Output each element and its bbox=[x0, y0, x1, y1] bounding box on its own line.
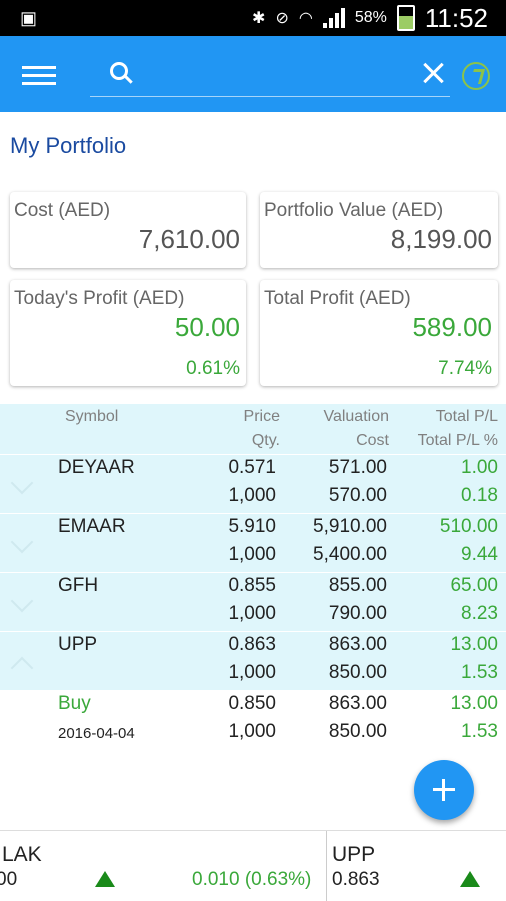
todays-profit-card: Today's Profit (AED) 50.00 0.61% bbox=[10, 280, 246, 386]
transaction-price: 0.850 bbox=[228, 693, 276, 714]
transaction-total-pl: 13.00 bbox=[450, 693, 498, 714]
row-price: 0.855 bbox=[228, 575, 276, 596]
transaction-type: Buy bbox=[58, 693, 91, 714]
mute-icon: ⊘ bbox=[275, 10, 289, 27]
row-total-pl-pct: 0.18 bbox=[461, 485, 498, 506]
holdings-table: Symbol Price Qty. Valuation Cost Total P… bbox=[0, 404, 506, 749]
battery-label: 58% bbox=[354, 9, 387, 26]
transaction-date: 2016-04-04 bbox=[58, 725, 135, 742]
ticker-divider bbox=[326, 831, 327, 901]
transaction-total-pl-pct: 1.53 bbox=[461, 721, 498, 742]
row-cost: 850.00 bbox=[328, 662, 387, 683]
row-symbol: UPP bbox=[58, 634, 98, 655]
menu-icon[interactable] bbox=[22, 66, 56, 86]
up-arrow-icon bbox=[95, 871, 115, 887]
transaction-row: Buy 2016-04-04 0.850 1,000 863.00 850.00… bbox=[0, 690, 506, 749]
row-symbol: DEYAAR bbox=[58, 457, 135, 478]
header-total-pl-pct: Total P/L % bbox=[417, 432, 498, 449]
row-total-pl: 510.00 bbox=[439, 516, 498, 537]
row-symbol: EMAAR bbox=[58, 516, 126, 537]
total-profit-label: Total Profit (AED) bbox=[264, 288, 411, 309]
table-row[interactable]: EMAAR 5.910 1,000 5,910.00 5,400.00 510.… bbox=[0, 513, 506, 572]
row-cost: 5,400.00 bbox=[313, 544, 387, 565]
status-icons: ✱ ⊘ ◠ 58% 11:52 bbox=[252, 2, 488, 33]
row-valuation: 571.00 bbox=[328, 457, 387, 478]
up-arrow-icon bbox=[460, 871, 480, 887]
portfolio-value-card: Portfolio Value (AED) 8,199.00 bbox=[260, 192, 498, 268]
chevron-down-icon[interactable] bbox=[10, 471, 34, 495]
header-price: Price bbox=[243, 408, 280, 425]
row-symbol: GFH bbox=[58, 575, 99, 596]
header-valuation: Valuation bbox=[323, 408, 389, 425]
row-valuation: 855.00 bbox=[328, 575, 387, 596]
table-row[interactable]: GFH 0.855 1,000 855.00 790.00 65.00 8.23 bbox=[0, 572, 506, 631]
chevron-down-icon[interactable] bbox=[10, 530, 34, 554]
clock: 11:52 bbox=[424, 2, 488, 33]
search-icon[interactable] bbox=[110, 62, 128, 80]
table-row[interactable]: DEYAAR 0.571 1,000 571.00 570.00 1.00 0.… bbox=[0, 454, 506, 513]
total-profit-card: Total Profit (AED) 589.00 7.74% bbox=[260, 280, 498, 386]
header-symbol: Symbol bbox=[65, 408, 119, 425]
row-qty: 1,000 bbox=[228, 485, 276, 506]
ticker-change: 0.010 (0.63%) bbox=[192, 869, 312, 890]
transaction-qty: 1,000 bbox=[228, 721, 276, 742]
row-total-pl-pct: 1.53 bbox=[461, 662, 498, 683]
signal-icon bbox=[322, 8, 345, 28]
ticker-price: 00 bbox=[0, 869, 18, 890]
add-button[interactable] bbox=[414, 760, 474, 820]
search-bar bbox=[90, 50, 450, 97]
battery-icon bbox=[396, 5, 415, 31]
portfolio-value-value: 8,199.00 bbox=[390, 224, 492, 254]
wifi-icon: ◠ bbox=[298, 10, 313, 27]
row-valuation: 863.00 bbox=[328, 634, 387, 655]
cost-label: Cost (AED) bbox=[14, 200, 111, 221]
row-price: 0.863 bbox=[228, 634, 276, 655]
row-price: 5.910 bbox=[228, 516, 276, 537]
row-qty: 1,000 bbox=[228, 544, 276, 565]
bluetooth-icon: ✱ bbox=[252, 10, 266, 27]
page-title: My Portfolio bbox=[10, 133, 127, 158]
row-total-pl: 1.00 bbox=[461, 457, 498, 478]
portfolio-value-label: Portfolio Value (AED) bbox=[264, 200, 444, 221]
chevron-up-icon[interactable] bbox=[10, 656, 34, 680]
status-bar: ▣ ✱ ⊘ ◠ 58% 11:52 bbox=[0, 0, 506, 36]
todays-profit-label: Today's Profit (AED) bbox=[14, 288, 185, 309]
row-valuation: 5,910.00 bbox=[313, 516, 387, 537]
total-profit-value: 589.00 bbox=[412, 312, 492, 342]
app-bar bbox=[0, 36, 506, 112]
row-total-pl-pct: 9.44 bbox=[461, 544, 498, 565]
row-qty: 1,000 bbox=[228, 603, 276, 624]
row-qty: 1,000 bbox=[228, 662, 276, 683]
cost-value: 7,610.00 bbox=[138, 224, 240, 254]
total-profit-pct: 7.74% bbox=[438, 358, 492, 379]
transaction-cost: 850.00 bbox=[328, 721, 387, 742]
row-total-pl-pct: 8.23 bbox=[461, 603, 498, 624]
table-row[interactable]: UPP 0.863 1,000 863.00 850.00 13.00 1.53 bbox=[0, 631, 506, 690]
chevron-down-icon[interactable] bbox=[10, 589, 34, 613]
row-total-pl: 13.00 bbox=[450, 634, 498, 655]
search-input[interactable] bbox=[145, 56, 409, 92]
todays-profit-pct: 0.61% bbox=[186, 358, 240, 379]
cost-card: Cost (AED) 7,610.00 bbox=[10, 192, 246, 268]
ticker-symbol: UPP bbox=[332, 843, 376, 866]
header-qty: Qty. bbox=[251, 432, 280, 449]
close-icon[interactable] bbox=[422, 60, 446, 84]
todays-profit-value: 50.00 bbox=[174, 312, 240, 342]
table-header: Symbol Price Qty. Valuation Cost Total P… bbox=[0, 404, 506, 454]
row-total-pl: 65.00 bbox=[450, 575, 498, 596]
ticker-symbol: LAK bbox=[2, 843, 42, 866]
ticker-bar: LAK 00 0.010 (0.63%) UPP 0.863 bbox=[0, 830, 506, 901]
header-cost: Cost bbox=[356, 432, 389, 449]
transaction-valuation: 863.00 bbox=[328, 693, 387, 714]
row-price: 0.571 bbox=[228, 457, 276, 478]
row-cost: 790.00 bbox=[328, 603, 387, 624]
header-total-pl: Total P/L bbox=[435, 408, 498, 425]
app-logo-icon[interactable] bbox=[462, 62, 490, 90]
ticker-price: 0.863 bbox=[332, 869, 380, 890]
notification-icon: ▣ bbox=[20, 8, 38, 28]
row-cost: 570.00 bbox=[328, 485, 387, 506]
